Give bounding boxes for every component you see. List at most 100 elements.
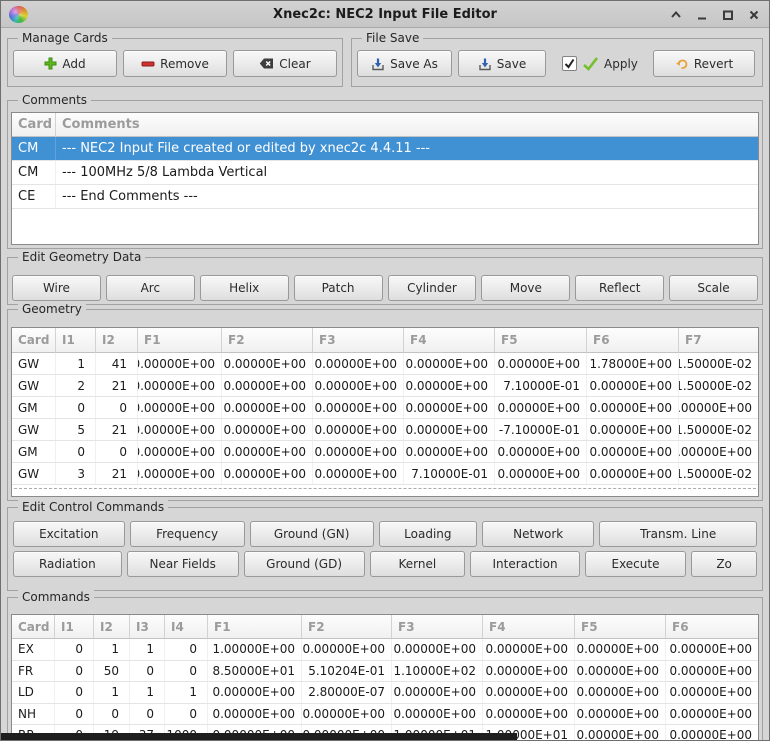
column-header-f5[interactable]: F5 [495, 328, 587, 353]
minimize-button[interactable] [694, 7, 709, 22]
radiation-button[interactable]: Radiation [13, 551, 122, 577]
cell-i2: 1 [94, 639, 130, 660]
cell-f5: 0.00000E+00 [495, 353, 587, 374]
transm-line-button[interactable]: Transm. Line [599, 521, 757, 547]
excitation-button[interactable]: Excitation [13, 521, 125, 547]
geometry-frame: Geometry CardI1I2F1F2F3F4F5F6F7GW1410.00… [7, 309, 763, 501]
reflect-button[interactable]: Reflect [575, 275, 664, 301]
arc-button[interactable]: Arc [106, 275, 195, 301]
table-row[interactable]: FR050008.50000E+015.10204E-011.10000E+02… [12, 661, 758, 683]
table-row[interactable]: GW2210.00000E+000.00000E+000.00000E+000.… [12, 375, 758, 397]
commands-table: CardI1I2I3I4F1F2F3F4F5F6EX01101.00000E+0… [11, 614, 759, 741]
column-header-i4[interactable]: I4 [165, 615, 208, 639]
cell-i1: 0 [56, 397, 96, 418]
cell-f7: 1.50000E-02 [679, 353, 758, 374]
column-header-i1[interactable]: I1 [56, 328, 96, 353]
ground-gn-button[interactable]: Ground (GN) [250, 521, 374, 547]
save-button[interactable]: Save [458, 50, 546, 77]
cell-i1: 1 [56, 353, 96, 374]
comments-frame: Comments CardCommentsCM--- NEC2 Input Fi… [7, 100, 763, 249]
undo-arrow-icon [675, 57, 689, 71]
column-header-i2[interactable]: I2 [96, 328, 138, 353]
revert-button[interactable]: Revert [653, 50, 755, 77]
cell-f1: 0.00000E+00 [138, 441, 222, 462]
execute-button[interactable]: Execute [585, 551, 686, 577]
comments-table: CardCommentsCM--- NEC2 Input File create… [11, 112, 759, 245]
network-button[interactable]: Network [482, 521, 594, 547]
column-header-f1[interactable]: F1 [208, 615, 302, 639]
maximize-button[interactable] [720, 7, 735, 22]
table-row[interactable]: CM--- NEC2 Input File created or edited … [12, 137, 758, 161]
zo-button[interactable]: Zo [691, 551, 757, 577]
cell-f2: 0.00000E+00 [302, 704, 392, 725]
table-row[interactable]: CM--- 100MHz 5/8 Lambda Vertical [12, 161, 758, 185]
titlebar[interactable]: Xnec2c: NEC2 Input File Editor [1, 1, 769, 28]
cylinder-button[interactable]: Cylinder [388, 275, 477, 301]
table-row[interactable]: CE--- End Comments --- [12, 185, 758, 209]
apply-checkbox[interactable] [562, 56, 577, 71]
remove-button[interactable]: Remove [123, 50, 227, 77]
frequency-button[interactable]: Frequency [130, 521, 245, 547]
column-header-card[interactable]: Card [12, 113, 56, 137]
helix-button[interactable]: Helix [200, 275, 289, 301]
cell-i1: 0 [55, 704, 94, 725]
column-header-f1[interactable]: F1 [138, 328, 222, 353]
cell-f7: 1.50000E-02 [679, 463, 758, 484]
wire-button[interactable]: Wire [12, 275, 101, 301]
table-row[interactable]: GW3210.00000E+000.00000E+000.00000E+007.… [12, 463, 758, 485]
apply-label: Apply [604, 57, 638, 71]
column-header-f3[interactable]: F3 [392, 615, 483, 639]
interaction-button[interactable]: Interaction [470, 551, 580, 577]
cell-f1: 0.00000E+00 [138, 353, 222, 374]
patch-button[interactable]: Patch [294, 275, 383, 301]
column-header-f5[interactable]: F5 [575, 615, 666, 639]
cell-card: EX [12, 639, 55, 660]
cell-card: GW [12, 463, 56, 484]
table-row[interactable]: GM000.00000E+000.00000E+000.00000E+000.0… [12, 397, 758, 419]
cell-f2: 0.00000E+00 [222, 353, 313, 374]
column-header-f4[interactable]: F4 [483, 615, 575, 639]
cell-f3: 0.00000E+00 [313, 353, 404, 374]
column-header-comments[interactable]: Comments [56, 113, 758, 137]
close-button[interactable] [746, 7, 761, 22]
cell-f3: 0.00000E+00 [313, 419, 404, 440]
cell-f5: 0.00000E+00 [575, 725, 666, 741]
table-row[interactable]: EX01101.00000E+000.00000E+000.00000E+000… [12, 639, 758, 661]
cell-i1: 0 [55, 661, 94, 682]
column-header-i1[interactable]: I1 [55, 615, 94, 639]
move-button[interactable]: Move [481, 275, 570, 301]
column-header-f7[interactable]: F7 [679, 328, 758, 353]
column-header-f4[interactable]: F4 [404, 328, 495, 353]
column-header-i2[interactable]: I2 [94, 615, 130, 639]
column-header-f3[interactable]: F3 [313, 328, 404, 353]
close-icon [748, 9, 760, 21]
column-header-card[interactable]: Card [12, 615, 55, 639]
column-header-card[interactable]: Card [12, 328, 56, 353]
column-header-f6[interactable]: F6 [587, 328, 679, 353]
shade-button[interactable] [668, 7, 683, 22]
cell-i1: 0 [55, 682, 94, 703]
cell-i4: 0 [165, 704, 208, 725]
minimize-icon [696, 9, 708, 21]
column-header-f2[interactable]: F2 [302, 615, 392, 639]
column-header-f6[interactable]: F6 [666, 615, 758, 639]
add-button[interactable]: Add [13, 50, 117, 77]
clear-button[interactable]: Clear [233, 50, 337, 77]
column-header-f2[interactable]: F2 [222, 328, 313, 353]
loading-button[interactable]: Loading [379, 521, 477, 547]
save-as-button[interactable]: Save As [357, 50, 452, 77]
table-row[interactable]: GW5210.00000E+000.00000E+000.00000E+000.… [12, 419, 758, 441]
table-row[interactable]: LD01110.00000E+002.80000E-070.00000E+000… [12, 682, 758, 704]
column-header-i3[interactable]: I3 [130, 615, 165, 639]
cell-i2: 0 [96, 397, 138, 418]
cell-i2: 41 [96, 353, 138, 374]
near-fields-button[interactable]: Near Fields [127, 551, 239, 577]
maximize-icon [722, 9, 734, 21]
scale-button[interactable]: Scale [669, 275, 758, 301]
table-row[interactable]: GW1410.00000E+000.00000E+000.00000E+000.… [12, 353, 758, 375]
table-row[interactable]: GM000.00000E+000.00000E+000.00000E+000.0… [12, 441, 758, 463]
table-row[interactable]: NH00000.00000E+000.00000E+000.00000E+000… [12, 704, 758, 726]
ground-gd-button[interactable]: Ground (GD) [244, 551, 365, 577]
cell-card: CM [12, 137, 56, 160]
kernel-button[interactable]: Kernel [370, 551, 466, 577]
